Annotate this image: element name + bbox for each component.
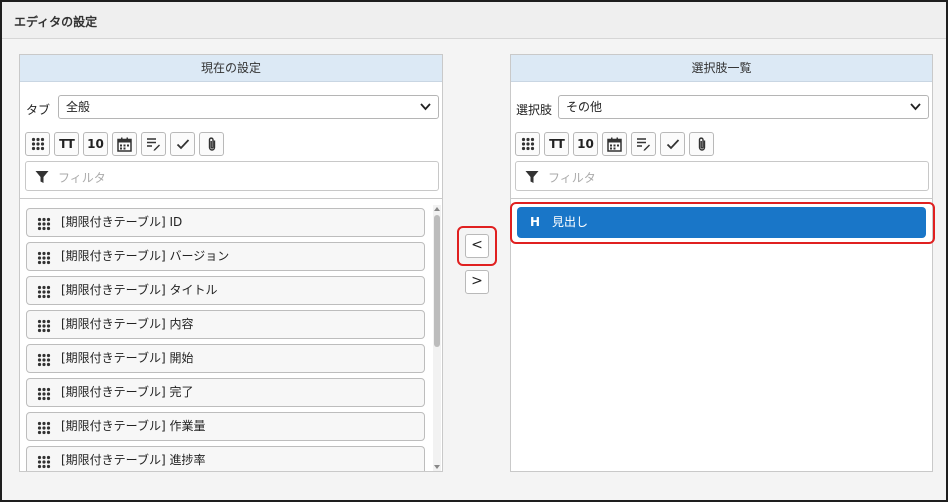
current-settings-panel: 現在の設定 タブ 全般 TT 10 フィルタ [期限付きテーブル] ID [期限… <box>19 54 443 472</box>
grip-icon <box>37 217 51 231</box>
list-item[interactable]: [期限付きテーブル] バージョン <box>26 242 425 271</box>
move-left-button[interactable]: < <box>465 234 489 258</box>
left-filter-input[interactable]: フィルタ <box>25 161 439 191</box>
scroll-up-icon <box>434 207 440 211</box>
choice-list-panel: 選択肢一覧 選択肢 その他 TT 10 フィルタ H 見出し <box>510 54 935 472</box>
attachment-button[interactable] <box>199 132 224 156</box>
choice-item-label: 見出し <box>552 215 589 229</box>
calendar-button[interactable] <box>112 132 137 156</box>
calendar-icon <box>117 137 132 152</box>
calendar-button[interactable] <box>602 132 627 156</box>
list-item[interactable]: [期限付きテーブル] 進捗率 <box>26 446 425 471</box>
attachment-icon <box>698 137 705 151</box>
number-icon: 10 <box>577 137 594 151</box>
left-filter-placeholder: フィルタ <box>58 171 106 185</box>
attachment-button[interactable] <box>689 132 714 156</box>
left-divider <box>20 198 442 199</box>
choice-type-toolbar: TT 10 <box>515 132 725 156</box>
grip-button[interactable] <box>25 132 50 156</box>
choice-item-heading[interactable]: H 見出し <box>517 207 926 238</box>
attachment-icon <box>208 137 215 151</box>
right-filter-placeholder: フィルタ <box>548 171 596 185</box>
grip-icon <box>31 137 44 151</box>
current-settings-title: 現在の設定 <box>20 55 442 82</box>
grip-icon <box>37 387 51 401</box>
tab-select[interactable]: 全般 <box>58 95 439 119</box>
number-icon: 10 <box>87 137 104 151</box>
list-item[interactable]: [期限付きテーブル] 開始 <box>26 344 425 373</box>
filter-icon <box>35 171 49 183</box>
grip-icon <box>37 285 51 299</box>
grip-icon <box>37 251 51 265</box>
grip-icon <box>37 353 51 367</box>
list-item-label: [期限付きテーブル] タイトル <box>61 283 218 297</box>
calendar-icon <box>607 137 622 152</box>
list-item-label: [期限付きテーブル] 内容 <box>61 317 194 331</box>
right-divider <box>511 198 932 199</box>
text-size-button[interactable]: TT <box>54 132 79 156</box>
list-item[interactable]: [期限付きテーブル] 完了 <box>26 378 425 407</box>
text-edit-icon <box>637 138 650 151</box>
field-type-toolbar: TT 10 <box>25 132 235 156</box>
text-size-icon: TT <box>549 137 565 151</box>
chevron-down-icon <box>420 96 431 126</box>
scroll-down-icon <box>434 465 440 469</box>
check-icon <box>666 139 679 150</box>
dialog-title: エディタの設定 <box>2 2 946 39</box>
editor-settings-dialog: エディタの設定 現在の設定 タブ 全般 TT 10 フィルタ [期限付きテーブル… <box>0 0 948 502</box>
grip-icon <box>521 137 534 151</box>
list-item-label: [期限付きテーブル] 作業量 <box>61 419 206 433</box>
grip-icon <box>37 421 51 435</box>
choice-label: 選択肢 <box>516 103 553 117</box>
grip-button[interactable] <box>515 132 540 156</box>
right-filter-input[interactable]: フィルタ <box>515 161 929 191</box>
list-item-label: [期限付きテーブル] バージョン <box>61 249 230 263</box>
choice-list-title: 選択肢一覧 <box>511 55 932 82</box>
tab-label: タブ <box>26 103 51 117</box>
list-item-label: [期限付きテーブル] 開始 <box>61 351 194 365</box>
chevron-left-icon: < <box>471 237 483 253</box>
filter-icon <box>525 171 539 183</box>
grip-icon <box>37 455 51 469</box>
list-item[interactable]: [期限付きテーブル] ID <box>26 208 425 237</box>
list-item-label: [期限付きテーブル] 進捗率 <box>61 453 206 467</box>
choice-select[interactable]: その他 <box>558 95 929 119</box>
list-item-label: [期限付きテーブル] ID <box>61 215 183 229</box>
text-edit-button[interactable] <box>141 132 166 156</box>
check-icon <box>176 139 189 150</box>
list-item-label: [期限付きテーブル] 完了 <box>61 385 194 399</box>
text-edit-button[interactable] <box>631 132 656 156</box>
list-item[interactable]: [期限付きテーブル] 作業量 <box>26 412 425 441</box>
check-button[interactable] <box>170 132 195 156</box>
grip-icon <box>37 319 51 333</box>
list-item[interactable]: [期限付きテーブル] タイトル <box>26 276 425 305</box>
chevron-right-icon: > <box>471 273 483 289</box>
list-item[interactable]: [期限付きテーブル] 内容 <box>26 310 425 339</box>
tab-select-value: 全般 <box>66 100 91 114</box>
number-button[interactable]: 10 <box>573 132 598 156</box>
text-size-icon: TT <box>59 137 75 151</box>
chevron-down-icon <box>910 96 921 126</box>
left-list-scrollbar[interactable] <box>433 205 441 471</box>
text-size-button[interactable]: TT <box>544 132 569 156</box>
heading-icon: H <box>530 215 541 229</box>
check-button[interactable] <box>660 132 685 156</box>
move-right-button[interactable]: > <box>465 270 489 294</box>
left-list-scroll-thumb[interactable] <box>434 215 440 347</box>
number-button[interactable]: 10 <box>83 132 108 156</box>
text-edit-icon <box>147 138 160 151</box>
choice-select-value: その他 <box>566 100 603 114</box>
